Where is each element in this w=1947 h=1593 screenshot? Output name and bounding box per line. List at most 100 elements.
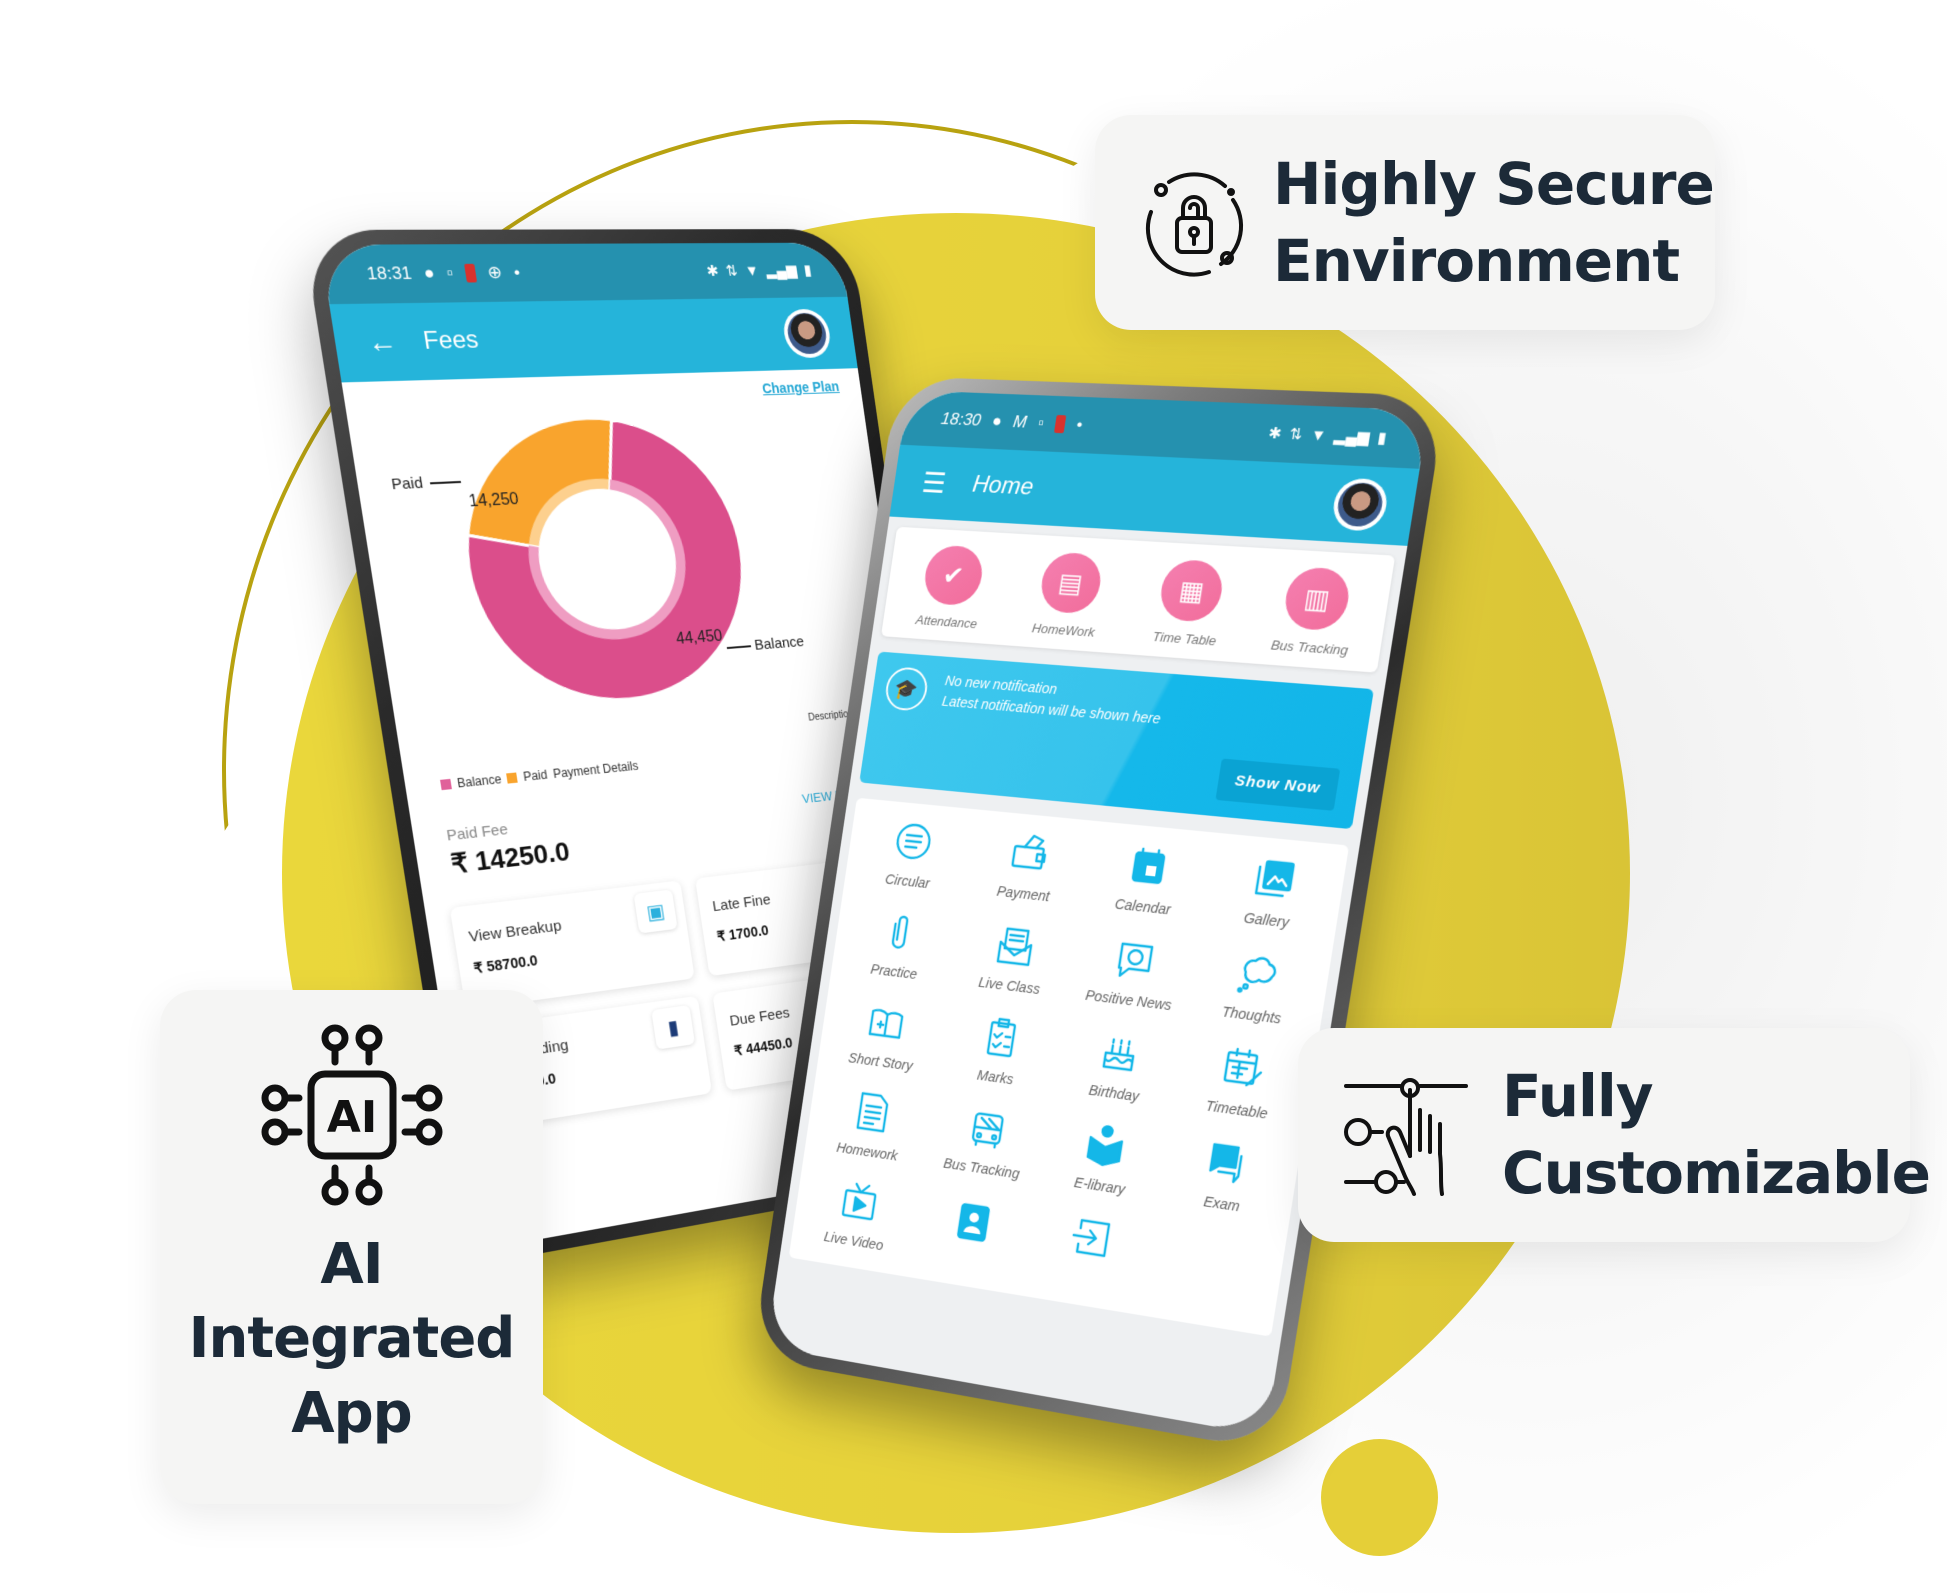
status-bar: 18:31 ● ▫ ⊕ • ✱ ⇅ ▼ ▂▄▆ ▮	[319, 242, 848, 305]
lock-small-icon: ▫	[1036, 413, 1046, 433]
menu-item[interactable]: E-library	[1039, 1114, 1170, 1202]
back-arrow-icon[interactable]: ←	[365, 325, 427, 360]
chat-icon: ●	[990, 411, 1004, 431]
menu-item[interactable]: Timetable	[1173, 1037, 1309, 1126]
feature-title-line1: Fully	[1502, 1062, 1654, 1131]
bluetooth-icon: ✱	[705, 262, 720, 280]
menu-item-label: Bus Tracking	[942, 1154, 1021, 1182]
status-time: 18:31	[365, 263, 413, 284]
tv-play-icon	[835, 1177, 883, 1227]
quick-actions: ✔ Attendance ▤ HomeWork ▦ Time Table ▥ B…	[880, 526, 1396, 673]
menu-item[interactable]: Thoughts	[1188, 943, 1325, 1030]
legend-paid: Paid	[522, 767, 549, 785]
feature-text: Fully Customizable	[1502, 1058, 1931, 1211]
yellow-dot	[1321, 1439, 1438, 1556]
paperclip-icon	[875, 908, 924, 957]
wifi-icon: ▼	[743, 262, 760, 280]
quick-action-time-table[interactable]: ▦ Time Table	[1122, 557, 1258, 651]
feature-card-ai: AI AI Integrated App	[160, 990, 543, 1504]
feature-title-line1: AI	[320, 1232, 383, 1297]
feature-title: AI Integrated App	[188, 1228, 516, 1451]
menu-item-label: Thoughts	[1220, 1003, 1283, 1027]
feature-text: Highly Secure Environment	[1273, 146, 1715, 299]
login-icon	[1066, 1212, 1118, 1264]
vpn-icon: ⊕	[486, 262, 504, 283]
touch-sliders-icon	[1342, 1070, 1472, 1200]
feature-card-customizable: Fully Customizable	[1298, 1028, 1931, 1242]
avatar[interactable]	[780, 308, 833, 359]
chart-label-balance: Balance	[753, 633, 806, 654]
legend-swatch-balance	[440, 778, 452, 791]
chat-bubbles-icon	[1202, 1136, 1256, 1189]
menu-item-label: Live Video	[823, 1228, 885, 1254]
menu-item[interactable]: Gallery	[1203, 849, 1340, 935]
thought-cloud-icon	[1231, 948, 1285, 1000]
avatar[interactable]	[1330, 477, 1391, 532]
smiley-chat-icon	[1109, 934, 1161, 985]
donut-chart: Paid 14,250 44,450 Balance Description L…	[372, 400, 886, 759]
circular-icon	[889, 817, 938, 866]
timetable-icon	[1216, 1042, 1270, 1094]
menu-item[interactable]: Live Video	[797, 1171, 920, 1257]
more-dot-icon: •	[512, 262, 522, 283]
paid-fee-label: Paid Fee	[445, 820, 510, 845]
homework-icon: ▤	[1037, 551, 1105, 615]
book-icon: ▮	[651, 1005, 695, 1050]
feature-title-line1: Highly Secure	[1273, 149, 1715, 218]
ai-chip-text: AI	[326, 1092, 376, 1143]
menu-item[interactable]: Bus Tracking	[923, 1098, 1050, 1185]
feature-title-line2: Environment	[1273, 226, 1680, 295]
data-arrows-icon: ⇅	[1288, 425, 1304, 444]
menu-item[interactable]	[909, 1189, 1036, 1277]
page-title: Fees	[421, 325, 481, 356]
chat-icon: ●	[422, 263, 437, 283]
menu-item[interactable]: Live Class	[950, 916, 1078, 1000]
menu-item-label: Short Story	[847, 1049, 914, 1074]
menu-item-label: Calendar	[1113, 895, 1173, 918]
quick-action-homework[interactable]: ▤ HomeWork	[1003, 550, 1135, 642]
show-now-button[interactable]: Show Now	[1215, 758, 1341, 811]
menu-item[interactable]: Circular	[850, 814, 974, 895]
menu-item-label: Circular	[884, 870, 931, 892]
quick-action-bus-tracking[interactable]: ▥ Bus Tracking	[1245, 564, 1386, 660]
menu-item[interactable]: Practice	[837, 904, 961, 987]
menu-item[interactable]: Payment	[964, 825, 1093, 908]
gallery-icon	[1246, 853, 1300, 904]
menu-item-label: Practice	[869, 961, 919, 983]
lock-small-icon: ▫	[445, 262, 455, 283]
feature-title-line2: Integrated	[188, 1306, 516, 1372]
menu-item[interactable]: Exam	[1159, 1131, 1295, 1221]
quick-action-label: Bus Tracking	[1269, 637, 1350, 659]
feature-title-line3: App	[291, 1380, 413, 1446]
feature-title-line2: Customizable	[1502, 1139, 1931, 1207]
menu-item[interactable]: Homework	[810, 1083, 933, 1168]
menu-item[interactable]	[1025, 1206, 1156, 1295]
reader-icon	[1080, 1120, 1132, 1172]
legend-swatch-paid	[506, 772, 519, 784]
page-title: Home	[970, 470, 1036, 501]
document-icon	[849, 1087, 897, 1137]
menu-item-label: Positive News	[1084, 986, 1173, 1014]
legend-balance: Balance	[456, 771, 503, 791]
legend-title: Payment Details	[552, 758, 640, 782]
attendance-icon: ✔	[921, 544, 986, 607]
storybook-icon	[862, 998, 911, 1048]
notification-card: 🎓 No new notification Latest notificatio…	[859, 651, 1374, 830]
bus-icon	[962, 1103, 1012, 1154]
hamburger-menu-icon[interactable]: ☰	[920, 466, 975, 501]
quick-action-label: Attendance	[914, 612, 979, 632]
more-dot-icon: •	[1075, 414, 1084, 435]
status-time: 18:30	[939, 409, 983, 430]
quick-action-attendance[interactable]: ✔ Attendance	[888, 543, 1016, 634]
menu-item[interactable]: Positive News	[1067, 930, 1199, 1016]
ai-chip-icon: AI	[257, 1020, 447, 1210]
menu-item[interactable]: Birthday	[1053, 1022, 1185, 1109]
menu-item[interactable]: Short Story	[823, 993, 946, 1077]
menu-item[interactable]: Marks	[936, 1007, 1064, 1092]
app-notification-icon	[463, 263, 477, 283]
wifi-icon: ▼	[1309, 426, 1328, 445]
battery-icon: ▮	[1376, 429, 1388, 448]
menu-item-label: Birthday	[1087, 1081, 1141, 1105]
menu-item[interactable]: Calendar	[1081, 837, 1214, 921]
feature-card-secure: Highly Secure Environment	[1095, 115, 1715, 330]
